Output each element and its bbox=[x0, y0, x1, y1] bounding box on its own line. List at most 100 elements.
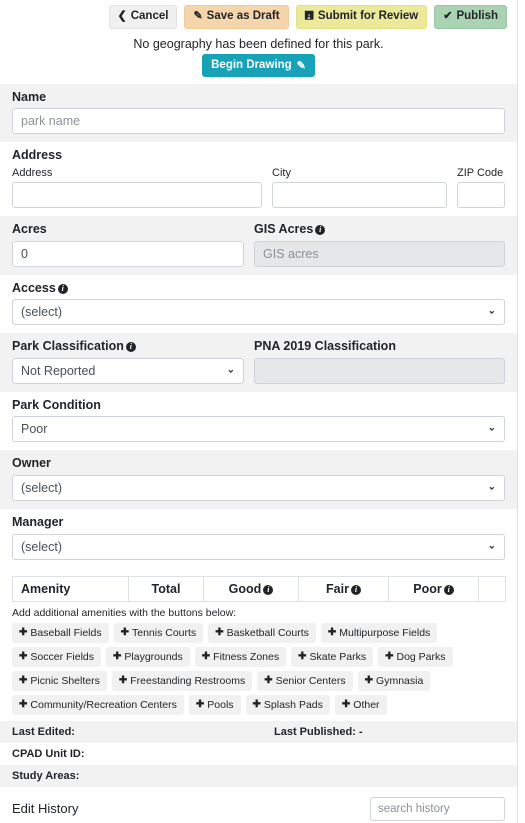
address-city-group: City bbox=[272, 167, 447, 208]
info-icon[interactable]: i bbox=[315, 224, 326, 235]
address-street-input[interactable] bbox=[12, 181, 262, 208]
add-amenity-button[interactable]: ✚ Soccer Fields bbox=[12, 646, 101, 667]
access-label-text: Access bbox=[12, 280, 56, 295]
plus-icon: ✚ bbox=[252, 699, 261, 711]
amenities-column-header: Amenity bbox=[12, 575, 129, 602]
amenities-column-label: Total bbox=[151, 581, 181, 596]
meta-row-cpad: CPAD Unit ID: bbox=[0, 743, 517, 765]
pna-classification-label: PNA 2019 Classification bbox=[254, 339, 396, 354]
submit-for-review-label: Submit for Review bbox=[317, 10, 419, 22]
publish-button-label: Publish bbox=[456, 10, 498, 22]
manager-select-wrap: (select) ⌄ bbox=[12, 533, 505, 560]
add-amenity-label: Multipurpose Fields bbox=[339, 626, 431, 639]
add-amenity-button[interactable]: ✚ Picnic Shelters bbox=[12, 670, 107, 691]
add-amenity-button[interactable]: ✚ Fitness Zones bbox=[194, 646, 287, 667]
plus-icon: ✚ bbox=[120, 626, 129, 638]
amenities-column-header bbox=[478, 575, 506, 602]
add-amenity-button[interactable]: ✚ Splash Pads bbox=[245, 694, 330, 715]
gis-acres-input bbox=[254, 240, 505, 267]
manager-label: Manager bbox=[12, 515, 64, 530]
add-amenity-button[interactable]: ✚ Dog Parks bbox=[378, 646, 453, 667]
plus-icon: ✚ bbox=[298, 651, 307, 663]
address-zip-group: ZIP Code bbox=[457, 167, 505, 208]
plus-icon: ✚ bbox=[201, 651, 211, 663]
add-amenity-label: Basketball Courts bbox=[226, 626, 309, 639]
last-published-value: - bbox=[358, 725, 363, 738]
pencil-icon: ✎ bbox=[296, 59, 306, 72]
add-amenity-button[interactable]: ✚ Multipurpose Fields bbox=[320, 622, 438, 643]
address-zip-input[interactable] bbox=[457, 181, 505, 208]
plus-icon: ✚ bbox=[264, 675, 273, 687]
begin-drawing-button[interactable]: Begin Drawing ✎ bbox=[202, 53, 315, 77]
amenities-column-header: Good i bbox=[203, 575, 299, 602]
park-condition-label: Park Condition bbox=[12, 397, 101, 412]
address-zip-label: ZIP Code bbox=[457, 166, 504, 179]
gis-acres-group: GIS Acres i bbox=[254, 222, 505, 267]
park-condition-select[interactable]: Poor bbox=[12, 416, 505, 443]
plus-icon: ✚ bbox=[195, 699, 205, 711]
meta-row-edited: Last Edited: Last Published: - bbox=[0, 720, 517, 743]
cpad-unit-id-field: CPAD Unit ID: bbox=[12, 748, 274, 760]
plus-icon: ✚ bbox=[113, 651, 122, 663]
gis-acres-label-text: GIS Acres bbox=[254, 221, 314, 236]
acres-row: Acres GIS Acresi bbox=[12, 222, 505, 267]
add-amenity-label: Tennis Courts bbox=[131, 626, 197, 639]
search-history-input[interactable] bbox=[370, 796, 505, 821]
last-published-label: Last Published: bbox=[274, 725, 356, 738]
add-amenity-button[interactable]: ✚ Basketball Courts bbox=[208, 622, 316, 643]
add-amenity-button[interactable]: ✚ Playgrounds bbox=[106, 646, 190, 667]
address-section: Address Address City ZIP Code bbox=[0, 142, 517, 216]
add-amenity-button[interactable]: ✚ Baseball Fields bbox=[12, 622, 109, 643]
info-icon[interactable]: i bbox=[57, 283, 68, 294]
access-select[interactable]: (select) bbox=[12, 299, 505, 326]
name-input[interactable] bbox=[12, 108, 505, 135]
park-classification-label-text: Park Classification bbox=[12, 339, 124, 354]
add-amenity-label: Gymnasia bbox=[376, 674, 424, 687]
add-amenity-button[interactable]: ✚ Pools bbox=[188, 694, 241, 715]
address-city-label: City bbox=[272, 166, 291, 179]
add-amenity-button[interactable]: ✚ Skate Parks bbox=[291, 646, 374, 667]
info-icon[interactable]: i bbox=[350, 584, 361, 595]
acres-group: Acres bbox=[12, 222, 244, 267]
classification-row: Park Classification i Not Reported ⌄ PNA … bbox=[12, 339, 505, 384]
plus-icon: ✚ bbox=[19, 675, 28, 687]
publish-button[interactable]: ✔ Publish bbox=[434, 5, 507, 29]
last-edited-field: Last Edited: bbox=[12, 726, 274, 738]
amenities-column-header: Poor i bbox=[388, 575, 479, 602]
park-classification-select-wrap: Not Reported ⌄ bbox=[12, 357, 244, 384]
save-as-draft-button[interactable]: ✎ Save as Draft bbox=[184, 5, 289, 29]
amenities-column-header: Total bbox=[128, 575, 204, 602]
owner-select[interactable]: (select) bbox=[12, 475, 505, 502]
park-classification-select[interactable]: Not Reported bbox=[12, 357, 244, 384]
add-amenity-button[interactable]: ✚ Gymnasia bbox=[357, 670, 431, 691]
save-as-draft-label: Save as Draft bbox=[206, 10, 280, 22]
gis-acres-label: GIS Acres i bbox=[254, 222, 505, 238]
add-amenity-button[interactable]: ✚ Community/Recreation Centers bbox=[12, 694, 184, 715]
info-icon[interactable]: i bbox=[263, 584, 274, 595]
add-amenity-label: Splash Pads bbox=[263, 698, 323, 711]
manager-select[interactable]: (select) bbox=[12, 533, 505, 560]
begin-drawing-wrap: Begin Drawing ✎ bbox=[0, 53, 517, 84]
submit-for-review-button[interactable]: 🖪 Submit for Review bbox=[295, 5, 428, 29]
add-amenity-button[interactable]: ✚ Freestanding Restrooms bbox=[111, 670, 253, 691]
check-icon: ✔ bbox=[443, 10, 453, 23]
access-select-wrap: (select) ⌄ bbox=[12, 299, 505, 326]
geography-message: No geography has been defined for this p… bbox=[133, 36, 384, 51]
study-areas-field: Study Areas: bbox=[12, 770, 274, 782]
cancel-button[interactable]: ❮ Cancel bbox=[108, 5, 178, 29]
address-city-input[interactable] bbox=[272, 181, 447, 208]
info-icon[interactable]: i bbox=[443, 584, 454, 595]
park-condition-select-wrap: Poor ⌄ bbox=[12, 416, 505, 443]
add-amenity-label: Picnic Shelters bbox=[30, 674, 100, 687]
add-amenity-button[interactable]: ✚ Tennis Courts bbox=[113, 622, 204, 643]
park-condition-section: Park Condition Poor ⌄ bbox=[0, 391, 517, 451]
study-areas-label: Study Areas: bbox=[12, 769, 80, 782]
amenities-hint: Add additional amenities with the button… bbox=[12, 606, 237, 619]
amenities-header-row: Amenity Total Good i Fair i Poor i bbox=[12, 575, 506, 602]
panel-right-border bbox=[517, 0, 518, 823]
add-amenity-button[interactable]: ✚ Senior Centers bbox=[257, 670, 353, 691]
add-amenity-label: Community/Recreation Centers bbox=[30, 698, 177, 711]
add-amenity-button[interactable]: ✚ Other bbox=[334, 694, 387, 715]
acres-input[interactable] bbox=[12, 240, 244, 267]
info-icon[interactable]: i bbox=[125, 342, 136, 353]
